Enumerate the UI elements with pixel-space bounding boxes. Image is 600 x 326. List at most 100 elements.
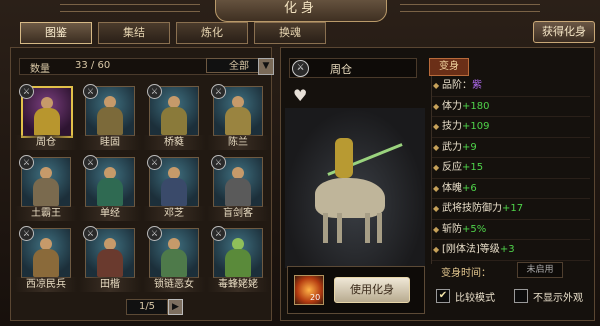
rider-shape bbox=[335, 138, 353, 178]
hero-card[interactable]: ⚔ 周仓 bbox=[15, 84, 77, 152]
weapon-icon: ⚔ bbox=[211, 155, 226, 170]
hero-name: 土霸王 bbox=[15, 206, 77, 221]
hero-name: 陈兰 bbox=[207, 135, 269, 150]
horse-leg bbox=[337, 213, 342, 243]
hero-card[interactable]: ⚔ 土霸王 bbox=[15, 155, 77, 223]
weapon-icon: ⚔ bbox=[83, 84, 98, 99]
stats-list[interactable]: ◆ 品阶：紫 ◆ 体力+180 ◆ 技力+109 ◆ 武力+9 ◆ 反应+15 ◆ 体魄+6… bbox=[431, 76, 590, 264]
filter-select[interactable]: 全部 bbox=[206, 58, 261, 73]
hero-card[interactable]: ⚔ 单经 bbox=[79, 155, 141, 223]
detail-panel: ⚔ 周仓 ♥ 20 使用化身 变身 ◆ 品阶：紫 ◆ 体力+180 ◆ 技力+109 … bbox=[280, 47, 595, 321]
hero-card[interactable]: ⚔ 邓芝 bbox=[143, 155, 205, 223]
stat-label: 技力 bbox=[442, 121, 462, 132]
title-ornament-right bbox=[400, 4, 540, 12]
horse-leg bbox=[377, 213, 382, 243]
stat-label: [刚体法]等级 bbox=[442, 244, 500, 255]
stat-row: ◆ 反应+15 bbox=[432, 158, 590, 179]
stat-value: +3 bbox=[499, 244, 515, 255]
hero-name: 眭固 bbox=[79, 135, 141, 150]
horse-leg bbox=[323, 213, 328, 243]
hero-card[interactable]: ⚔ 眭固 bbox=[79, 84, 141, 152]
chevron-down-icon[interactable]: ▼ bbox=[258, 58, 274, 75]
detail-hero-name: 周仓 bbox=[330, 63, 352, 76]
hero-card[interactable]: ⚔ 陈兰 bbox=[207, 84, 269, 152]
use-avatar-button[interactable]: 使用化身 bbox=[334, 277, 410, 303]
weapon-icon: ⚔ bbox=[147, 84, 162, 99]
hero-card[interactable]: ⚔ 盲剑客 bbox=[207, 155, 269, 223]
stat-row: ◆ 斩防+5% bbox=[432, 220, 590, 240]
hero-card[interactable]: ⚔ 西凉民兵 bbox=[15, 226, 77, 294]
compare-mode-checkbox[interactable]: ✔ bbox=[436, 289, 450, 303]
hero-name: 单经 bbox=[79, 206, 141, 221]
tab-swap-soul[interactable]: 换魂 bbox=[254, 22, 326, 44]
hero-name: 桥蕤 bbox=[143, 135, 205, 150]
hero-name: 周仓 bbox=[15, 135, 77, 150]
weapon-icon: ⚔ bbox=[211, 84, 226, 99]
stat-row: ◆ 品阶：紫 bbox=[432, 76, 590, 97]
count-label: 数量 bbox=[30, 64, 50, 75]
weapon-icon: ⚔ bbox=[19, 84, 34, 99]
hero-name: 邓芝 bbox=[143, 206, 205, 221]
weapon-icon: ⚔ bbox=[19, 155, 34, 170]
stat-label: 体力 bbox=[442, 100, 462, 112]
stat-label: 体魄 bbox=[442, 182, 462, 194]
use-avatar-box: 20 使用化身 bbox=[287, 266, 425, 314]
weapon-icon: ⚔ bbox=[19, 226, 34, 241]
get-avatar-button[interactable]: 获得化身 bbox=[533, 21, 595, 43]
heart-icon[interactable]: ♥ bbox=[293, 86, 307, 105]
hero-name: 西凉民兵 bbox=[15, 277, 77, 292]
roster-panel: 数量 33 / 60 全部 ▼ ⚔ 周仓 ⚔ 眭固 ⚔ 桥蕤 ⚔ 陈兰 ⚔ 土霸… bbox=[10, 47, 274, 321]
stat-label: 反应 bbox=[442, 162, 462, 173]
weapon-icon: ⚔ bbox=[83, 226, 98, 241]
stat-label: 斩防 bbox=[442, 223, 462, 235]
hero-card[interactable]: ⚔ 田楷 bbox=[79, 226, 141, 294]
hero-name: 锁链恶女 bbox=[143, 277, 205, 292]
hero-card[interactable]: ⚔ 锁链恶女 bbox=[143, 226, 205, 294]
stat-value: +9 bbox=[462, 141, 477, 153]
title-ornament-left bbox=[60, 4, 200, 12]
weapon-icon: ⚔ bbox=[211, 226, 226, 241]
hero-name: 田楷 bbox=[79, 277, 141, 292]
stat-label: 品阶： bbox=[442, 80, 472, 91]
stat-row: ◆ 体力+180 bbox=[432, 97, 590, 117]
item-count: 20 bbox=[310, 293, 321, 302]
horse-leg bbox=[365, 213, 370, 243]
stat-value: +5% bbox=[462, 223, 487, 235]
hero-model-view bbox=[285, 108, 425, 268]
compare-mode-label: 比较模式 bbox=[455, 293, 495, 304]
hero-name: 毒蜂姥姥 bbox=[207, 277, 269, 292]
count-value: 33 / 60 bbox=[75, 60, 111, 71]
horse-shape bbox=[315, 178, 385, 218]
stat-label: 武力 bbox=[442, 141, 462, 153]
transform-time-label: 变身时间： bbox=[441, 268, 491, 279]
window-frame: 化身 图鉴 集结 炼化 换魂 获得化身 数量 33 / 60 全部 ▼ ⚔ 周仓… bbox=[0, 0, 600, 326]
stat-value: 紫 bbox=[472, 80, 482, 91]
weapon-icon: ⚔ bbox=[83, 155, 98, 170]
hero-card[interactable]: ⚔ 桥蕤 bbox=[143, 84, 205, 152]
weapon-icon: ⚔ bbox=[147, 155, 162, 170]
tab-codex[interactable]: 图鉴 bbox=[20, 22, 92, 44]
tab-transform[interactable]: 变身 bbox=[429, 58, 469, 76]
next-page-button[interactable]: ▶ bbox=[168, 299, 183, 315]
transform-time-value: 未启用 bbox=[517, 262, 563, 278]
tab-bar: 图鉴 集结 炼化 换魂 bbox=[20, 22, 326, 44]
weapon-icon: ⚔ bbox=[147, 226, 162, 241]
stat-value: +109 bbox=[462, 121, 490, 132]
hero-card[interactable]: ⚔ 毒蜂姥姥 bbox=[207, 226, 269, 294]
stat-row: ◆ 技力+109 bbox=[432, 117, 590, 138]
stat-row: ◆ 武将技防御力+17 bbox=[432, 199, 590, 220]
count-bar: 数量 33 / 60 全部 ▼ bbox=[19, 58, 274, 75]
weapon-icon: ⚔ bbox=[292, 60, 309, 77]
hero-header: ⚔ 周仓 bbox=[289, 58, 417, 78]
tab-gather[interactable]: 集结 bbox=[98, 22, 170, 44]
stat-value: +180 bbox=[462, 100, 490, 112]
page-indicator: 1/5 bbox=[126, 299, 168, 315]
hero-name: 盲剑客 bbox=[207, 206, 269, 221]
stat-row: ◆ [刚体法]等级+3 bbox=[432, 240, 590, 261]
hide-appearance-label: 不显示外观 bbox=[533, 293, 583, 304]
stat-label: 武将技防御力 bbox=[442, 203, 502, 214]
hide-appearance-checkbox[interactable] bbox=[514, 289, 528, 303]
tab-refine[interactable]: 炼化 bbox=[176, 22, 248, 44]
stat-value: +17 bbox=[502, 203, 524, 214]
stat-value: +6 bbox=[462, 182, 477, 194]
